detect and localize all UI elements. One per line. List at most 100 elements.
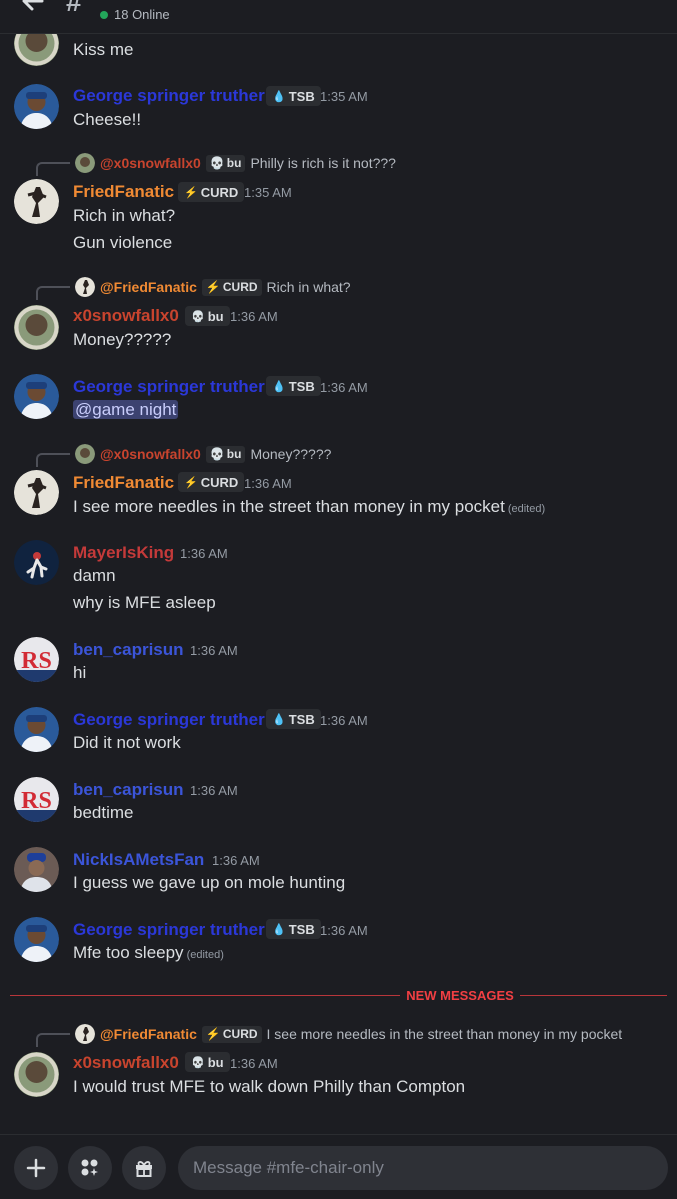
reply-author[interactable]: @x0snowfallx0 xyxy=(100,446,201,462)
avatar[interactable] xyxy=(14,917,59,962)
message-text: I would trust MFE to walk down Philly th… xyxy=(73,1077,466,1096)
author-name[interactable]: George springer truther xyxy=(73,710,265,730)
avatar[interactable] xyxy=(14,179,59,224)
message-text: Mfe too sleepy (edited) xyxy=(73,943,224,962)
message-text: damn xyxy=(73,566,116,585)
role-tag[interactable]: 💧 TSB xyxy=(266,86,321,106)
role-tag[interactable]: 💧 TSB xyxy=(266,709,321,729)
author-name[interactable]: ben_caprisun xyxy=(73,640,184,660)
new-messages-label: NEW MESSAGES xyxy=(400,988,520,1003)
author-name[interactable]: ben_caprisun xyxy=(73,780,184,800)
avatar[interactable] xyxy=(14,305,59,350)
timestamp: 1:36 AM xyxy=(180,546,228,561)
role-tag[interactable]: 💧 TSB xyxy=(266,919,321,939)
edited-label: (edited) xyxy=(507,503,546,515)
skull-icon: 💀 xyxy=(209,447,225,461)
avatar[interactable] xyxy=(14,1052,59,1097)
lightning-icon: ⚡ xyxy=(184,186,198,199)
avatar[interactable] xyxy=(14,374,59,419)
role-tag[interactable]: ⚡ CURD xyxy=(178,472,245,492)
author-name[interactable]: MayerIsKing xyxy=(73,543,174,563)
role-tag[interactable]: 💧 TSB xyxy=(266,376,321,396)
droplet-icon: 💧 xyxy=(272,90,286,103)
avatar[interactable] xyxy=(14,470,59,515)
role-tag[interactable]: 💀 bu xyxy=(185,306,230,326)
droplet-icon: 💧 xyxy=(272,923,286,936)
timestamp: 1:36 AM xyxy=(212,853,260,868)
author-name[interactable]: FriedFanatic xyxy=(73,473,174,493)
author-name[interactable]: George springer truther xyxy=(73,86,265,106)
timestamp: 1:36 AM xyxy=(190,643,238,658)
gift-button[interactable] xyxy=(122,1146,166,1190)
timestamp: 1:36 AM xyxy=(320,380,368,395)
reply-role-tag: ⚡ CURD xyxy=(201,278,262,296)
message-text: Rich in what? xyxy=(73,206,176,225)
timestamp: 1:35 AM xyxy=(244,185,292,200)
online-dot-icon xyxy=(100,10,108,19)
message-text: Did it not work xyxy=(73,733,181,752)
plus-icon xyxy=(26,1158,46,1178)
reply-avatar xyxy=(75,153,95,173)
reply-author[interactable]: @FriedFanatic xyxy=(100,1026,197,1042)
channel-hash-icon: # xyxy=(66,0,82,17)
author-name[interactable]: George springer truther xyxy=(73,377,265,397)
reply-preview[interactable]: @x0snowfallx0 💀 bu Philly is rich is it n… xyxy=(36,153,396,176)
avatar[interactable] xyxy=(14,540,59,585)
reply-author[interactable]: @x0snowfallx0 xyxy=(100,155,201,171)
avatar[interactable]: RS xyxy=(14,637,59,682)
reply-text: Money????? xyxy=(250,446,332,462)
apps-button[interactable] xyxy=(68,1146,112,1190)
avatar[interactable] xyxy=(14,34,59,66)
role-mention[interactable]: @game night xyxy=(73,400,179,419)
reply-preview[interactable]: @FriedFanatic ⚡ CURD Rich in what? xyxy=(36,277,351,300)
skull-icon: 💀 xyxy=(209,156,225,170)
reply-spine xyxy=(36,286,70,300)
channel-header: # 18 Online xyxy=(0,0,677,34)
message-text: @game night xyxy=(73,400,179,420)
message-text: hi xyxy=(73,663,87,682)
message-input[interactable] xyxy=(178,1146,668,1190)
reply-author[interactable]: @FriedFanatic xyxy=(100,279,197,295)
reply-text: I see more needles in the street than mo… xyxy=(266,1026,623,1042)
author-name[interactable]: NickIsAMetsFan xyxy=(73,850,204,870)
role-tag[interactable]: 💀 bu xyxy=(185,1052,230,1072)
avatar[interactable]: RS xyxy=(14,777,59,822)
timestamp: 1:36 AM xyxy=(190,783,238,798)
timestamp: 1:36 AM xyxy=(230,309,278,324)
avatar[interactable] xyxy=(14,847,59,892)
reply-role-tag: 💀 bu xyxy=(205,445,246,463)
author-name[interactable]: x0snowfallx0 xyxy=(73,1053,179,1073)
reply-role-tag: ⚡ CURD xyxy=(201,1025,262,1043)
back-arrow-icon[interactable] xyxy=(20,0,46,14)
new-messages-divider xyxy=(10,995,667,996)
message-composer xyxy=(0,1134,677,1199)
reply-preview[interactable]: @x0snowfallx0 💀 bu Money????? xyxy=(36,444,332,467)
lightning-icon: ⚡ xyxy=(205,280,221,294)
avatar[interactable] xyxy=(14,707,59,752)
reply-text: Philly is rich is it not??? xyxy=(250,155,396,171)
role-tag[interactable]: ⚡ CURD xyxy=(178,182,245,202)
droplet-icon: 💧 xyxy=(272,713,286,726)
timestamp: 1:36 AM xyxy=(320,713,368,728)
reply-avatar xyxy=(75,444,95,464)
lightning-icon: ⚡ xyxy=(205,1027,221,1041)
reply-spine xyxy=(36,1033,70,1047)
timestamp: 1:36 AM xyxy=(230,1056,278,1071)
skull-icon: 💀 xyxy=(191,310,205,323)
reply-preview[interactable]: @FriedFanatic ⚡ CURD I see more needles i… xyxy=(36,1024,623,1047)
message-text: I guess we gave up on mole hunting xyxy=(73,873,346,892)
message-text: Kiss me xyxy=(73,40,134,59)
author-name[interactable]: FriedFanatic xyxy=(73,182,174,202)
message-text: bedtime xyxy=(73,803,134,822)
message-list[interactable]: Kiss me George springer truther 💧 TSB 1:3… xyxy=(0,34,677,1134)
reply-avatar xyxy=(75,1024,95,1044)
skull-icon: 💀 xyxy=(191,1056,205,1069)
reply-spine xyxy=(36,453,70,467)
avatar[interactable] xyxy=(14,84,59,129)
message-text: I see more needles in the street than mo… xyxy=(73,497,546,516)
timestamp: 1:36 AM xyxy=(244,476,292,491)
add-attachment-button[interactable] xyxy=(14,1146,58,1190)
timestamp: 1:35 AM xyxy=(320,89,368,104)
author-name[interactable]: George springer truther xyxy=(73,920,265,940)
author-name[interactable]: x0snowfallx0 xyxy=(73,306,179,326)
